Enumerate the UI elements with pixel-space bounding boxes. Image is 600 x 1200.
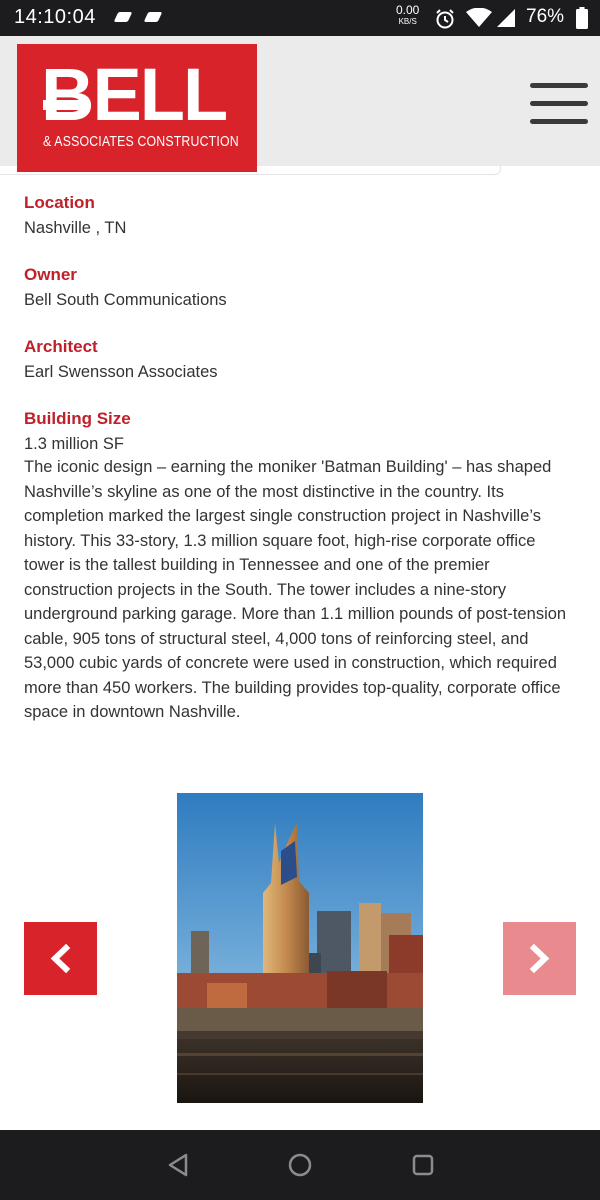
chevron-left-icon (50, 943, 71, 974)
recents-nav-icon[interactable] (411, 1153, 435, 1177)
detail-label: Location (24, 193, 95, 212)
system-nav-bar (0, 1130, 600, 1200)
hamburger-bar (530, 101, 588, 106)
hamburger-bar (530, 83, 588, 88)
home-nav-icon[interactable] (287, 1152, 313, 1178)
detail-building-size: Building Size 1.3 million SF (24, 408, 584, 455)
network-speed-value: 0.00 (396, 3, 420, 17)
detail-value: 1.3 million SF (24, 435, 124, 453)
detail-owner: Owner Bell South Communications (24, 264, 584, 311)
logo-wordmark: BELL (41, 53, 228, 136)
network-speed-unit: KB/S (398, 17, 417, 26)
company-logo[interactable]: BELL & ASSOCIATES CONSTRUCTION (17, 44, 257, 172)
battery-percent: 76% (526, 6, 565, 27)
notification-icon (113, 12, 133, 22)
back-nav-icon[interactable] (166, 1152, 190, 1178)
project-photo (177, 793, 423, 1103)
detail-label: Building Size (24, 409, 131, 428)
chevron-right-icon (529, 943, 550, 974)
project-details: Location Nashville , TN Owner Bell South… (24, 192, 584, 480)
detail-label: Architect (24, 337, 98, 356)
status-time: 14:10:04 (14, 6, 96, 28)
notification-icon (143, 12, 163, 22)
detail-label: Owner (24, 265, 77, 284)
content-box-edge (0, 166, 501, 175)
status-bar: 14:10:04 0.00 KB/S 76% (0, 0, 600, 36)
signal-icon (497, 9, 515, 27)
detail-value: Bell South Communications (24, 291, 227, 309)
project-description: The iconic design – earning the moniker … (24, 458, 567, 721)
skyline-image (177, 793, 423, 1103)
gallery-next-button[interactable] (503, 922, 576, 995)
detail-architect: Architect Earl Swensson Associates (24, 336, 584, 383)
detail-value: Earl Swensson Associates (24, 363, 218, 381)
site-header: BELL & ASSOCIATES CONSTRUCTION (0, 36, 600, 172)
alarm-icon (436, 9, 454, 29)
hamburger-bar (530, 119, 588, 124)
menu-button[interactable] (530, 83, 590, 125)
network-speed: 0.00 KB/S (396, 4, 419, 28)
wifi-icon (466, 8, 492, 27)
battery-icon (576, 7, 588, 29)
detail-location: Location Nashville , TN (24, 192, 584, 239)
logo-tagline: & ASSOCIATES CONSTRUCTION (43, 134, 239, 150)
gallery-prev-button[interactable] (24, 922, 97, 995)
detail-value: Nashville , TN (24, 219, 127, 237)
